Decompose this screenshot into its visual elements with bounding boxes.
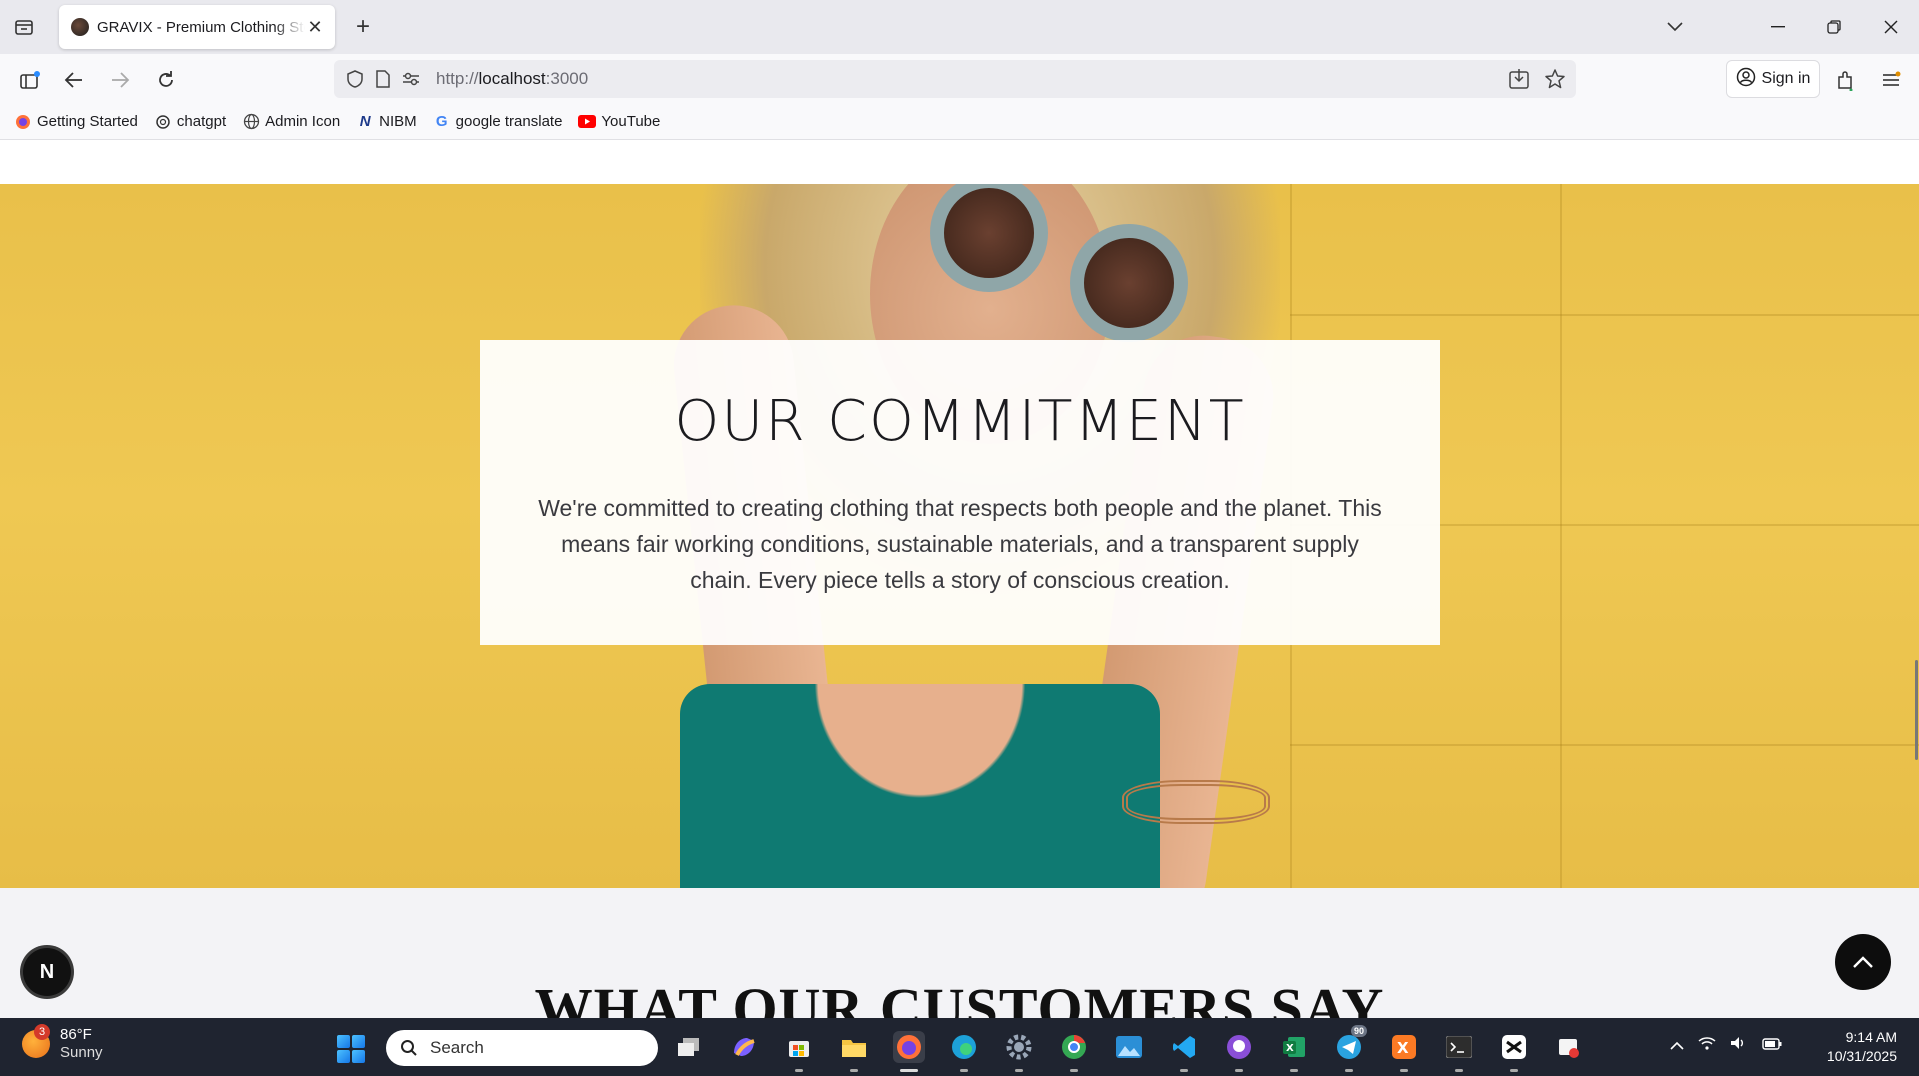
snipping-tool-icon[interactable] (1553, 1031, 1585, 1063)
weather-widget[interactable]: 3 86°F Sunny (22, 1024, 103, 1062)
edge-icon[interactable] (948, 1031, 980, 1072)
page-info-icon[interactable] (372, 68, 394, 90)
google-icon: G (435, 113, 448, 130)
new-tab-icon[interactable]: + (350, 13, 376, 40)
system-clock[interactable]: 9:14 AM 10/31/2025 (1827, 1028, 1897, 1066)
bookmarks-toolbar: Getting Started chatgpt Admin Icon N NIB… (0, 104, 1919, 140)
firefox-taskbar-icon[interactable] (893, 1031, 925, 1072)
reload-icon[interactable] (150, 64, 182, 96)
bookmark-star-icon[interactable] (1544, 68, 1566, 95)
bookmark-nibm[interactable]: N NIBM (356, 113, 417, 131)
commitment-card: OUR COMMITMENT We're committed to creati… (480, 340, 1440, 645)
site-favicon-icon (71, 18, 89, 36)
account-icon (1736, 67, 1756, 92)
bookmark-getting-started[interactable]: Getting Started (14, 113, 138, 131)
globe-icon (242, 113, 260, 131)
scroll-to-top-button[interactable] (1835, 934, 1891, 990)
volume-icon[interactable] (1730, 1036, 1748, 1055)
back-icon[interactable] (58, 64, 90, 96)
sun-icon: 3 (22, 1024, 50, 1058)
excel-icon[interactable]: X (1278, 1031, 1310, 1072)
xampp-icon[interactable]: X (1388, 1031, 1420, 1072)
vscode-icon[interactable] (1168, 1031, 1200, 1072)
capcut-icon[interactable] (1498, 1031, 1530, 1072)
chevron-up-icon (1853, 956, 1873, 968)
github-desktop-icon[interactable] (1223, 1031, 1255, 1072)
system-tray (1670, 1036, 1782, 1055)
clock-time: 9:14 AM (1845, 1029, 1897, 1045)
active-tab[interactable]: GRAVIX - Premium Clothing Store ✕ (59, 5, 335, 49)
list-all-tabs-icon[interactable] (1660, 12, 1690, 42)
reviews-section-title: WHAT OUR CUSTOMERS SAY (534, 976, 1385, 1018)
forward-icon[interactable] (104, 64, 136, 96)
minimize-icon[interactable] (1763, 12, 1793, 42)
scrollbar-thumb[interactable] (1915, 660, 1918, 760)
nibm-icon: N (359, 113, 371, 130)
taskbar-search[interactable]: Search (386, 1030, 658, 1066)
page-scrollbar[interactable] (1913, 140, 1919, 1018)
wifi-icon[interactable] (1698, 1036, 1716, 1055)
bookmark-google-translate[interactable]: G google translate (433, 113, 563, 131)
navigation-toolbar: http://localhost:3000 Sign in (0, 54, 1919, 104)
windows-start-icon[interactable] (337, 1035, 365, 1063)
settings-gear-icon[interactable] (1003, 1031, 1035, 1072)
terminal-icon[interactable] (1443, 1031, 1475, 1072)
sign-in-button[interactable]: Sign in (1726, 60, 1820, 98)
bookmark-admin-icon[interactable]: Admin Icon (242, 113, 340, 131)
nextjs-dev-indicator[interactable]: N (23, 948, 71, 996)
tracking-protection-icon[interactable] (344, 68, 366, 90)
file-explorer-icon[interactable] (838, 1031, 870, 1072)
bookmark-youtube[interactable]: YouTube (578, 113, 660, 131)
copilot-icon[interactable] (728, 1031, 760, 1063)
task-view-icon[interactable] (673, 1031, 705, 1063)
photos-icon[interactable] (1113, 1031, 1145, 1063)
battery-icon[interactable] (1762, 1037, 1782, 1055)
weather-badge: 3 (34, 1024, 50, 1040)
firefox-icon (14, 113, 32, 131)
header-spacer (0, 140, 1919, 184)
extensions-icon[interactable] (1829, 64, 1861, 96)
svg-text:X: X (1286, 1043, 1294, 1054)
youtube-icon (578, 113, 597, 131)
svg-text:X: X (1397, 1039, 1409, 1057)
sign-in-label: Sign in (1761, 70, 1811, 87)
chatgpt-icon (154, 113, 172, 131)
commitment-title: OUR COMMITMENT (674, 389, 1246, 454)
telegram-badge: 90 (1351, 1025, 1368, 1037)
tab-bar: GRAVIX - Premium Clothing Store ✕ + (0, 0, 1919, 54)
clock-date: 10/31/2025 (1826, 1048, 1897, 1064)
permissions-icon[interactable] (400, 68, 422, 90)
chrome-icon[interactable] (1058, 1031, 1090, 1072)
search-icon (401, 1040, 417, 1056)
app-menu-icon[interactable] (1875, 64, 1907, 96)
weather-condition: Sunny (60, 1044, 103, 1061)
url-text[interactable]: http://localhost:3000 (436, 69, 588, 89)
tab-list-icon[interactable] (10, 14, 38, 40)
windows-taskbar: 3 86°F Sunny Search X 90 X 9:14 AM 10/31… (0, 1018, 1919, 1076)
save-to-pocket-icon[interactable] (1508, 68, 1530, 95)
show-hidden-icons-chevron-icon[interactable] (1670, 1037, 1684, 1055)
microsoft-store-icon[interactable] (783, 1031, 815, 1072)
url-bar[interactable]: http://localhost:3000 (334, 60, 1576, 98)
sidebar-toggle-icon[interactable] (14, 64, 46, 96)
commitment-text: We're committed to creating clothing tha… (538, 495, 1382, 593)
page-viewport: OUR COMMITMENT We're committed to creati… (0, 140, 1919, 1018)
close-tab-icon[interactable]: ✕ (305, 17, 325, 37)
close-window-icon[interactable] (1876, 12, 1906, 42)
search-placeholder: Search (430, 1038, 484, 1057)
bookmark-chatgpt[interactable]: chatgpt (154, 113, 226, 131)
restore-icon[interactable] (1819, 12, 1849, 42)
telegram-icon[interactable]: 90 (1333, 1025, 1368, 1072)
tab-title: GRAVIX - Premium Clothing Store (97, 18, 305, 36)
temperature: 86°F (60, 1026, 92, 1043)
